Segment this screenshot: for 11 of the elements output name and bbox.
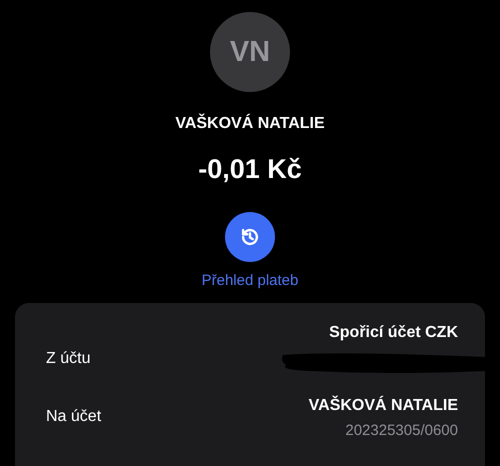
- field-label: Na účet: [46, 408, 102, 426]
- contact-name: VAŠKOVÁ NATALIE: [175, 114, 325, 134]
- field-value: Spořicí účet CZK: [329, 323, 458, 343]
- payment-amount: -0,01 Kč: [198, 154, 302, 184]
- field-value: VAŠKOVÁ NATALIE: [308, 396, 458, 416]
- account-number: 202325305/0600: [345, 422, 458, 438]
- history-button[interactable]: [225, 212, 275, 262]
- payment-history-link[interactable]: Přehled plateb: [202, 272, 298, 290]
- field-label: Z účtu: [46, 350, 90, 368]
- avatar: VN: [210, 12, 290, 92]
- history-icon: [239, 226, 261, 248]
